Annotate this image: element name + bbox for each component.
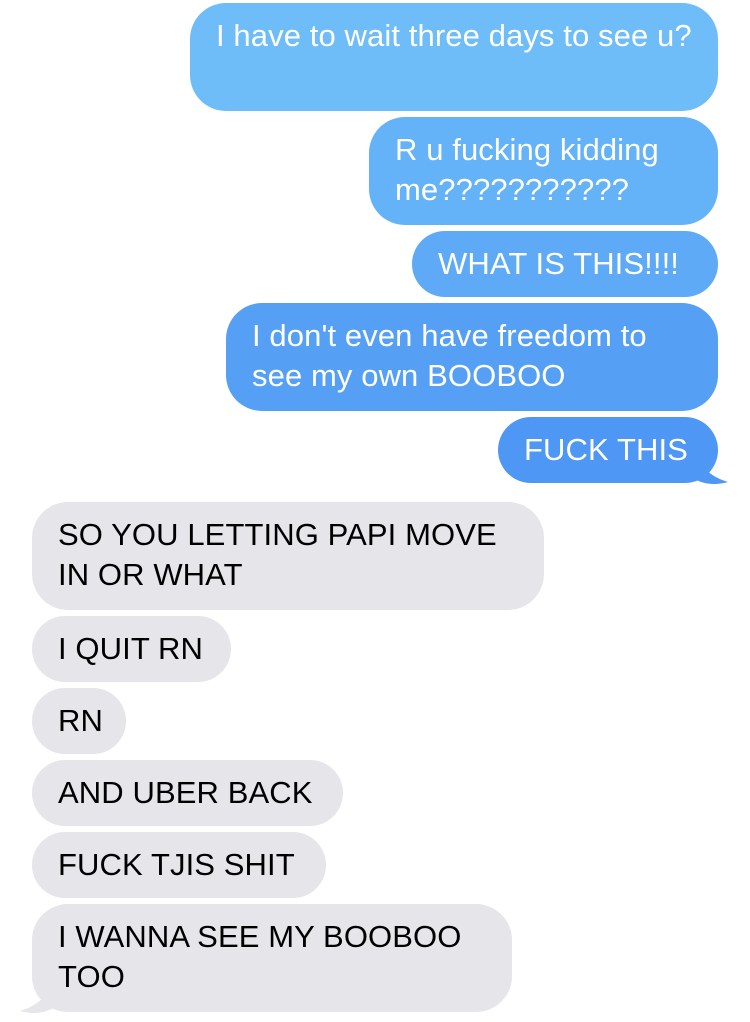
message-text: I QUIT RN: [58, 631, 204, 666]
sent-message-bubble[interactable]: WHAT IS THIS!!!!: [412, 231, 718, 297]
sent-message-bubble[interactable]: R u fucking kidding me???????????: [369, 117, 718, 225]
sent-message-bubble[interactable]: FUCK THIS: [498, 417, 718, 483]
received-message-bubble[interactable]: I QUIT RN: [32, 616, 231, 682]
message-text: FUCK TJIS SHIT: [58, 847, 295, 882]
received-bubble-tail: [20, 975, 58, 1013]
message-thread: I have to wait three days to see u? R u …: [0, 0, 750, 1022]
message-text: RN: [58, 703, 103, 738]
message-text: I WANNA SEE MY BOOBOO TOO: [58, 919, 462, 994]
message-text: I don't even have freedom to see my own …: [252, 318, 647, 393]
message-text: SO YOU LETTING PAPI MOVE IN OR WHAT: [58, 517, 497, 592]
message-text: FUCK THIS: [524, 432, 688, 467]
message-text: AND UBER BACK: [58, 775, 313, 810]
received-message-bubble[interactable]: RN: [32, 688, 126, 754]
message-text: WHAT IS THIS!!!!: [438, 246, 680, 281]
received-message-bubble[interactable]: FUCK TJIS SHIT: [32, 832, 326, 898]
received-message-bubble[interactable]: SO YOU LETTING PAPI MOVE IN OR WHAT: [32, 502, 544, 610]
message-text: I have to wait three days to see u?: [216, 18, 692, 53]
received-message-bubble[interactable]: I WANNA SEE MY BOOBOO TOO: [32, 904, 512, 1012]
sent-message-bubble[interactable]: I don't even have freedom to see my own …: [226, 303, 718, 411]
received-message-bubble[interactable]: AND UBER BACK: [32, 760, 343, 826]
sent-message-bubble[interactable]: I have to wait three days to see u?: [190, 3, 718, 111]
message-text: R u fucking kidding me???????????: [395, 132, 659, 207]
sent-bubble-tail: [690, 446, 728, 484]
